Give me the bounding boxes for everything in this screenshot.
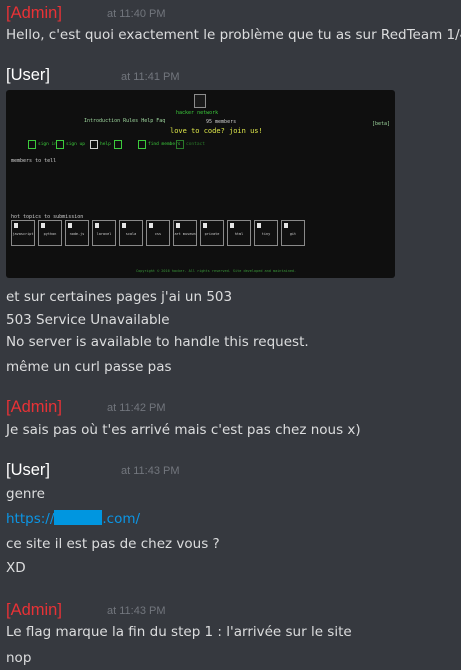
embed-nav-find: find members <box>138 140 181 149</box>
embed-nav-help: help <box>90 140 111 149</box>
author-name[interactable]: [Admin] <box>6 3 62 23</box>
message-text: XD <box>6 560 26 576</box>
embed-online-count: 95 members <box>206 119 237 125</box>
embed-nav-signup: sign up <box>56 140 85 149</box>
message-text: Le flag marque la fin du step 1 : l'arri… <box>6 624 352 640</box>
embed-topic-tile: git <box>281 220 305 246</box>
message-text: No server is available to handle this re… <box>6 334 309 350</box>
embed-topic-tile: scala <box>119 220 143 246</box>
author-name[interactable]: [User] <box>6 460 50 480</box>
message-text: et sur certaines pages j'ai un 503 <box>6 289 233 305</box>
embed-topic-tile: art museum <box>173 220 197 246</box>
message-text: ce site il est pas de chez vous ? <box>6 536 220 552</box>
attached-screenshot[interactable]: hacker network Introduction Rules Help F… <box>6 90 395 278</box>
embed-topic-tile: tiny <box>254 220 278 246</box>
message-header: [User] <box>6 65 50 85</box>
embed-beta-label: [beta] <box>372 121 391 127</box>
embed-nav-contact: contact <box>176 140 205 149</box>
chat-log: [Admin] at 11:40 PM Hello, c'est quoi ex… <box>0 0 461 670</box>
embed-slogan: love to code? join us! <box>170 127 263 135</box>
message-header: [Admin] <box>6 397 62 417</box>
embed-topic-tile: html <box>227 220 251 246</box>
embed-topic-tile: node.js <box>65 220 89 246</box>
author-name[interactable]: [Admin] <box>6 600 62 620</box>
message-text: 503 Service Unavailable <box>6 312 170 328</box>
timestamp: at 11:43 PM <box>121 465 180 477</box>
embed-section-members: members to tell <box>11 158 57 164</box>
embed-top-menu: Introduction Rules Help Faq <box>84 118 166 124</box>
message-link-line: https://.com/ <box>6 510 140 528</box>
message-text: Hello, c'est quoi exactement le problème… <box>6 27 461 43</box>
redacted-domain <box>54 510 103 525</box>
embed-topic-tile: javascript <box>11 220 35 246</box>
timestamp: at 11:42 PM <box>107 402 166 414</box>
message-text: même un curl passe pas <box>6 359 172 375</box>
timestamp: at 11:40 PM <box>107 8 166 20</box>
embed-topic-tile: python <box>38 220 62 246</box>
embed-topic-tile: css <box>146 220 170 246</box>
message-text: nop <box>6 650 32 666</box>
embed-site-title: hacker network <box>176 110 219 116</box>
embed-topic-tile: laravel <box>92 220 116 246</box>
author-name[interactable]: [User] <box>6 65 50 85</box>
message-header: [Admin] <box>6 600 62 620</box>
timestamp: at 11:43 PM <box>107 605 166 617</box>
url-link[interactable]: https://.com/ <box>6 510 140 527</box>
message-text: genre <box>6 486 45 502</box>
author-name[interactable]: [Admin] <box>6 397 62 417</box>
embed-nav-page <box>114 140 127 149</box>
timestamp: at 11:41 PM <box>121 71 180 83</box>
embed-topic-tile: private <box>200 220 224 246</box>
site-logo-icon <box>194 94 206 108</box>
message-header: [Admin] <box>6 3 62 23</box>
message-text: Je sais pas où t'es arrivé mais c'est pa… <box>6 422 361 438</box>
message-header: [User] <box>6 460 50 480</box>
embed-footer: Copyright © 2016 hacker. All rights rese… <box>136 269 297 273</box>
embed-nav-signin: sign in <box>28 140 57 149</box>
